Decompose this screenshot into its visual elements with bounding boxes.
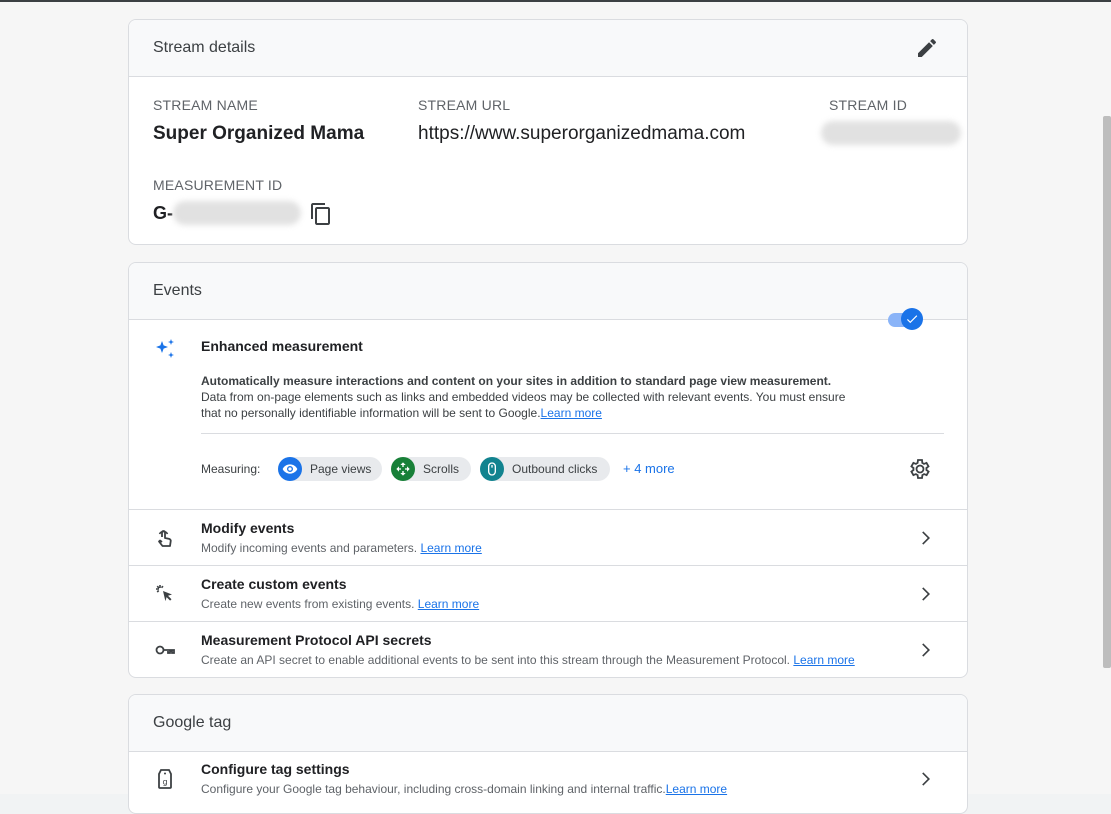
create-custom-events-learn-more[interactable]: Learn more: [418, 597, 479, 611]
google-tag-title: Google tag: [153, 714, 232, 731]
events-header: Events: [129, 263, 967, 320]
gear-icon[interactable]: [908, 457, 932, 481]
stream-id-redacted: [821, 121, 961, 145]
chip-outbound-clicks-label: Outbound clicks: [512, 462, 598, 476]
events-title: Events: [153, 282, 202, 299]
chevron-right-icon[interactable]: [915, 769, 935, 789]
modify-events-title: Modify events: [201, 520, 295, 536]
stream-id-label: STREAM ID: [829, 97, 908, 113]
chip-page-views: Page views: [278, 457, 382, 481]
chevron-right-icon[interactable]: [915, 584, 935, 604]
create-custom-events-sub: Create new events from existing events. …: [201, 597, 479, 611]
enhanced-desc-line3: that no personally identifiable informat…: [201, 406, 602, 420]
measurement-id-label: MEASUREMENT ID: [153, 177, 283, 193]
stream-details-title: Stream details: [153, 39, 256, 56]
key-icon: [153, 638, 177, 662]
enhanced-toggle[interactable]: [901, 308, 923, 330]
modify-events-sub-text: Modify incoming events and parameters.: [201, 541, 418, 555]
enhanced-learn-more-link[interactable]: Learn more: [541, 406, 602, 420]
measurement-id-redacted: [173, 201, 301, 225]
measurement-protocol-sub: Create an API secret to enable additiona…: [201, 653, 855, 667]
chip-page-views-label: Page views: [310, 462, 372, 476]
measurement-protocol-title: Measurement Protocol API secrets: [201, 632, 432, 648]
measurement-protocol-learn-more[interactable]: Learn more: [793, 653, 854, 667]
events-card: Events Enhanced measurement Automaticall…: [128, 262, 968, 678]
copy-icon[interactable]: [309, 202, 333, 226]
create-custom-events-sub-text: Create new events from existing events.: [201, 597, 415, 611]
more-chips-link[interactable]: + 4 more: [623, 461, 675, 476]
enhanced-desc-bold: Automatically measure interactions and c…: [201, 374, 832, 388]
google-tag-card: Google tag g Configure tag settings Conf…: [128, 694, 968, 814]
svg-text:g: g: [162, 778, 167, 787]
stream-details-header: Stream details: [129, 20, 967, 77]
stream-details-card: Stream details STREAM NAME Super Organiz…: [128, 19, 968, 245]
measurement-id-prefix: G-: [153, 203, 173, 223]
touch-icon: [153, 526, 177, 550]
measurement-protocol-row[interactable]: Measurement Protocol API secrets Create …: [129, 621, 967, 677]
sparkle-icon: [153, 337, 177, 361]
mouse-icon: [480, 457, 504, 481]
edit-icon[interactable]: [915, 36, 939, 60]
chip-outbound-clicks: Outbound clicks: [480, 457, 610, 481]
chevron-right-icon[interactable]: [915, 640, 935, 660]
modify-events-row[interactable]: Modify events Modify incoming events and…: [129, 509, 967, 566]
eye-icon: [278, 457, 302, 481]
modify-events-sub: Modify incoming events and parameters. L…: [201, 541, 482, 555]
enhanced-desc-line3-text: that no personally identifiable informat…: [201, 406, 541, 420]
modify-events-learn-more[interactable]: Learn more: [420, 541, 481, 555]
enhanced-measurement-title: Enhanced measurement: [201, 338, 363, 354]
scroll-icon: [391, 457, 415, 481]
measuring-label: Measuring:: [201, 462, 261, 476]
enhanced-desc-line2: Data from on-page elements such as links…: [201, 390, 846, 404]
stream-url-label: STREAM URL: [418, 97, 511, 113]
configure-tag-settings-title: Configure tag settings: [201, 761, 350, 777]
create-custom-events-row[interactable]: Create custom events Create new events f…: [129, 565, 967, 622]
stream-name-value: Super Organized Mama: [153, 123, 365, 144]
configure-tag-settings-row[interactable]: g Configure tag settings Configure your …: [129, 751, 967, 807]
chevron-right-icon[interactable]: [915, 528, 935, 548]
check-icon: [906, 315, 918, 324]
tag-icon: g: [153, 767, 177, 791]
cursor-click-icon: [153, 582, 177, 606]
enhanced-divider: [201, 433, 944, 434]
google-tag-header: Google tag: [129, 695, 967, 752]
chip-scrolls: Scrolls: [391, 457, 471, 481]
scrollbar-thumb[interactable]: [1103, 116, 1111, 668]
stream-name-label: STREAM NAME: [153, 97, 258, 113]
stream-url-value: https://www.superorganizedmama.com: [418, 123, 746, 144]
create-custom-events-title: Create custom events: [201, 576, 347, 592]
chip-scrolls-label: Scrolls: [423, 462, 460, 476]
measurement-protocol-sub-text: Create an API secret to enable additiona…: [201, 653, 791, 667]
